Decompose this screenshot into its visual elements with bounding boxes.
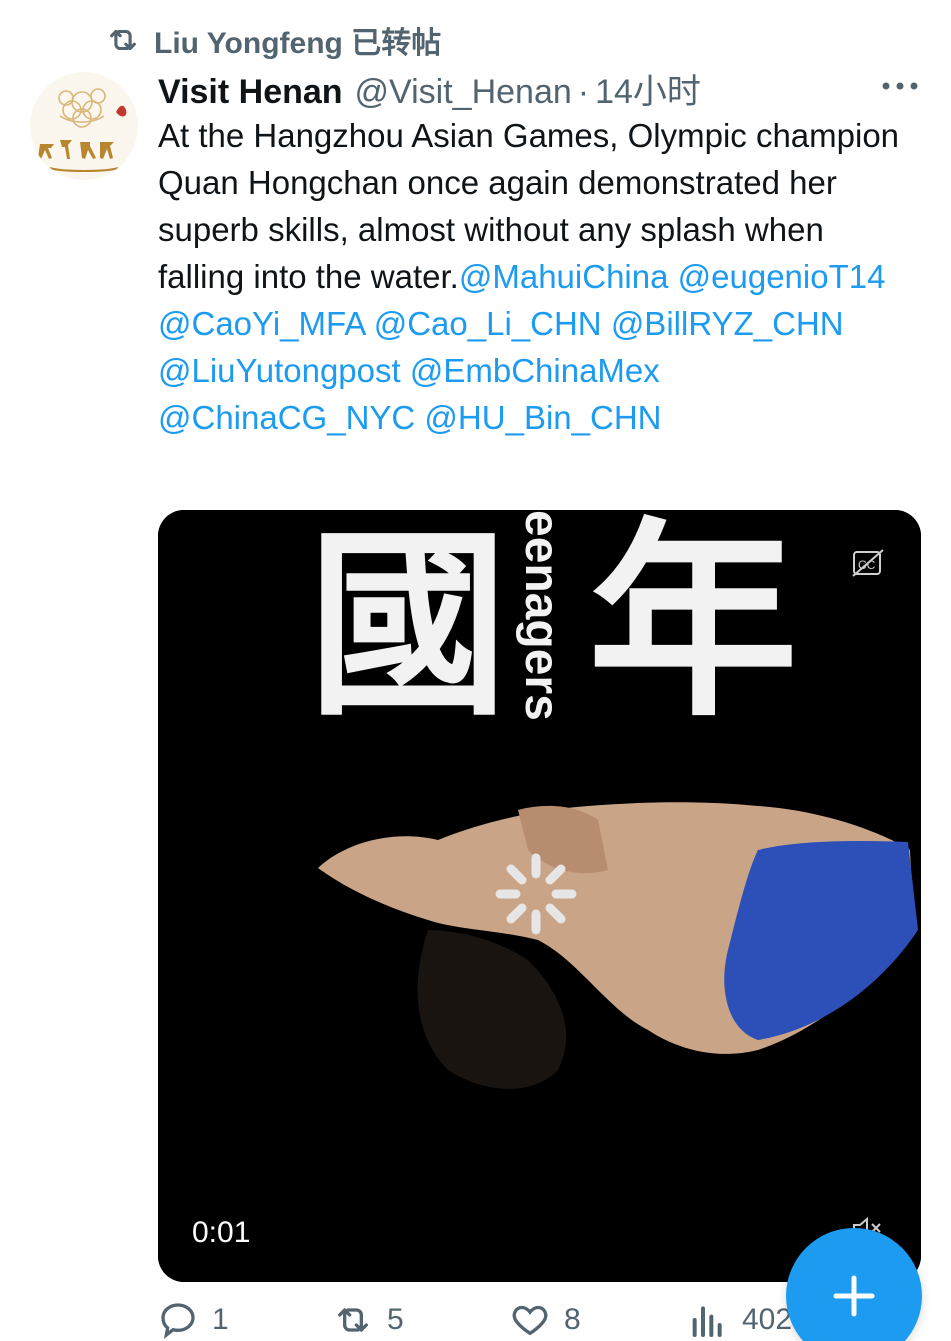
like-count: 8 xyxy=(564,1303,581,1336)
overlay-vertical-text: eenagers xyxy=(515,510,568,721)
overlay-char: 國 xyxy=(308,510,508,743)
views-button[interactable]: 402 xyxy=(688,1300,792,1340)
retweet-icon xyxy=(338,1308,368,1332)
views-icon xyxy=(692,1306,722,1337)
retweet-count: 5 xyxy=(387,1303,404,1336)
separator-dot: · xyxy=(577,73,590,111)
tweet-time[interactable]: 14小时 xyxy=(595,64,701,113)
more-options-icon[interactable] xyxy=(880,76,920,96)
mention-link[interactable]: @eugenioT14 xyxy=(678,258,886,295)
mention-link[interactable]: @LiuYutongpost xyxy=(158,352,401,389)
video-timestamp: 0:01 xyxy=(192,1216,251,1249)
plus-icon xyxy=(833,1275,875,1317)
mention-link[interactable]: @Cao_Li_CHN xyxy=(374,305,602,342)
views-count: 402 xyxy=(742,1303,793,1336)
like-button[interactable]: 8 xyxy=(510,1300,581,1340)
display-name[interactable]: Visit Henan xyxy=(158,73,343,112)
mention-link[interactable]: @BillRYZ_CHN xyxy=(611,305,844,342)
mention-link[interactable]: @ChinaCG_NYC xyxy=(158,399,415,436)
mention-link[interactable]: @MahuiChina xyxy=(459,258,669,295)
mention-link[interactable]: @CaoYi_MFA xyxy=(158,305,365,342)
tweet-text: At the Hangzhou Asian Games, Olympic cha… xyxy=(158,112,918,441)
overlay-char: 年 xyxy=(588,510,798,745)
tweet-screen: Liu Yongfeng 已转帖 Visit Henan @Visit_Hena… xyxy=(0,0,951,1341)
retweet-button[interactable]: 5 xyxy=(333,1300,404,1340)
reply-button[interactable]: 1 xyxy=(158,1300,229,1340)
tweet-header: Visit Henan @Visit_Henan · 14小时 xyxy=(158,64,701,113)
mention-link[interactable]: @EmbChinaMex xyxy=(410,352,660,389)
mention-link[interactable]: @HU_Bin_CHN xyxy=(424,399,661,436)
retweet-icon xyxy=(110,29,136,51)
heart-icon xyxy=(512,1305,548,1336)
captions-icon[interactable]: CC xyxy=(851,548,885,578)
user-handle[interactable]: @Visit_Henan xyxy=(355,73,572,112)
loading-spinner-icon xyxy=(495,853,577,935)
video-player[interactable]: 國 年 eenagers CC 0:01 xyxy=(158,510,921,1282)
reply-icon xyxy=(161,1303,195,1340)
retweeted-by[interactable]: Liu Yongfeng 已转帖 xyxy=(106,18,441,62)
retweeted-by-label: Liu Yongfeng 已转帖 xyxy=(154,27,442,60)
avatar[interactable] xyxy=(30,72,138,180)
reply-count: 1 xyxy=(212,1303,229,1336)
